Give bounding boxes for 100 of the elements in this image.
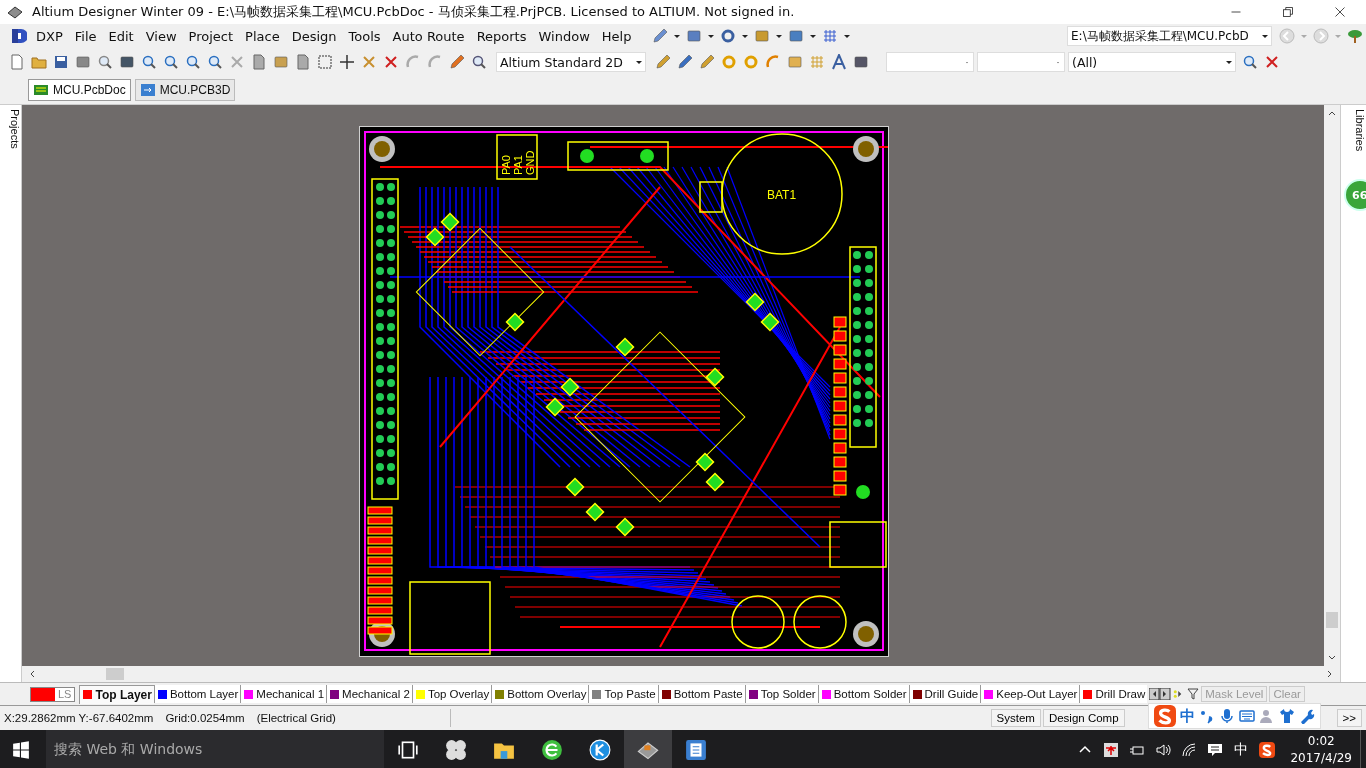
- menu-item[interactable]: Help: [595, 28, 638, 44]
- layer-tab[interactable]: Drill Guide: [908, 685, 981, 703]
- filter-combo[interactable]: (All): [1068, 52, 1236, 72]
- apply-filter-icon[interactable]: [1242, 54, 1258, 70]
- document-tab[interactable]: MCU.PcbDoc: [28, 79, 131, 101]
- select-area-icon[interactable]: [317, 54, 333, 70]
- clock-time[interactable]: 0:02: [1307, 733, 1335, 750]
- layer-tab[interactable]: Top Overlay: [411, 685, 492, 703]
- more-panels-button[interactable]: >>: [1336, 709, 1362, 727]
- caret-icon: [1261, 33, 1269, 39]
- menu-item[interactable]: Edit: [102, 28, 140, 44]
- pcb-document-icon: [33, 82, 49, 98]
- silkscreen-label: PA0: [500, 155, 512, 175]
- scrollbar-thumb[interactable]: [106, 668, 124, 680]
- menu-item[interactable]: Reports: [470, 28, 533, 44]
- open-folder-icon[interactable]: [31, 54, 47, 70]
- document-path-combo[interactable]: E:\马帧数据采集工程\MCU.PcbD: [1067, 26, 1272, 46]
- caret-icon[interactable]: [843, 33, 852, 39]
- taskbar-search-field[interactable]: 搜索 Web 和 Windows: [46, 730, 384, 768]
- layer-tab[interactable]: Bottom Overlay: [491, 685, 589, 703]
- menu-item[interactable]: Tools: [342, 28, 387, 44]
- home-icon[interactable]: [1347, 28, 1363, 44]
- layer-tab[interactable]: Drill Draw: [1079, 685, 1148, 703]
- silkscreen-label: PA1: [512, 155, 524, 175]
- view-mode-combo[interactable]: Altium Standard 2D: [496, 52, 646, 72]
- wifi-icon[interactable]: [1181, 742, 1198, 758]
- panel-button[interactable]: System: [990, 709, 1041, 727]
- panel-button[interactable]: Design Comp: [1042, 709, 1125, 727]
- tray-app-icon[interactable]: [1103, 742, 1120, 758]
- keyboard-icon[interactable]: [1239, 708, 1255, 724]
- pencil-icon[interactable]: [449, 54, 465, 70]
- document-app-icon[interactable]: [685, 739, 707, 761]
- wrench-icon[interactable]: [1299, 708, 1315, 724]
- new-file-icon[interactable]: [9, 54, 25, 70]
- menu-item[interactable]: Window: [532, 28, 596, 44]
- scroll-tabs-icon[interactable]: [1149, 688, 1172, 700]
- clear-filter-icon[interactable]: [383, 54, 399, 70]
- layer-tab[interactable]: Mechanical 1: [240, 685, 327, 703]
- caret-icon[interactable]: [775, 33, 784, 39]
- k-app-icon[interactable]: [589, 739, 611, 761]
- close-icon[interactable]: [1334, 6, 1346, 18]
- layer-tab[interactable]: Top Solder: [744, 685, 818, 703]
- layer-tab[interactable]: Bottom Paste: [657, 685, 745, 703]
- shirt-icon[interactable]: [1279, 708, 1295, 724]
- menu-item[interactable]: File: [68, 28, 103, 44]
- caret-icon[interactable]: [673, 33, 682, 39]
- input-mode[interactable]: 中: [1180, 706, 1195, 726]
- active-app-tile[interactable]: [624, 730, 672, 768]
- volume-icon[interactable]: [1155, 742, 1172, 758]
- menu-item[interactable]: View: [139, 28, 183, 44]
- task-view-icon[interactable]: [397, 739, 419, 761]
- caret-icon[interactable]: [809, 33, 818, 39]
- zoom-selection-icon[interactable]: [185, 54, 201, 70]
- notification-icon[interactable]: [1207, 742, 1224, 758]
- menu-item[interactable]: Auto Route: [386, 28, 471, 44]
- scrollbar-thumb[interactable]: [1326, 612, 1338, 628]
- menu-item[interactable]: Project: [182, 28, 240, 44]
- cursor-coordinates: X:29.2862mm Y:-67.6402mm: [4, 712, 154, 724]
- browser-icon[interactable]: [541, 739, 563, 761]
- filter-icon[interactable]: [1187, 688, 1200, 700]
- clear-filter-icon[interactable]: [1264, 54, 1280, 70]
- grid-type: (Electrical Grid): [256, 712, 336, 724]
- sogou-tray-icon[interactable]: [1259, 742, 1276, 758]
- arc-icon[interactable]: [765, 54, 781, 70]
- paste-special-icon[interactable]: [295, 54, 311, 70]
- move-icon[interactable]: [339, 54, 355, 70]
- layer-set-label: LS: [57, 688, 73, 700]
- current-layer-indicator[interactable]: LS: [30, 686, 76, 702]
- window-title: Altium Designer Winter 09 - E:\马帧数据采集工程\MCU.PcbDoc - 马侦采集工程.PrjPCB. Licensed to ALTIUM. Not signed in.: [32, 3, 795, 21]
- windows-start-icon[interactable]: [12, 741, 30, 759]
- zoom-area-icon[interactable]: [163, 54, 179, 70]
- layer-tab[interactable]: Top Layer: [79, 684, 154, 704]
- layer-tab[interactable]: Mechanical 2: [326, 685, 412, 703]
- save-icon[interactable]: [53, 54, 69, 70]
- punctuation-icon[interactable]: [1199, 708, 1215, 724]
- pinwheel-icon[interactable]: [445, 739, 467, 761]
- layer-tab[interactable]: Bottom Layer: [153, 685, 241, 703]
- text-tool-icon[interactable]: [831, 54, 847, 70]
- projects-panel-tab[interactable]: Projects: [0, 105, 22, 682]
- copy-icon[interactable]: [251, 54, 267, 70]
- menu-item[interactable]: Place: [239, 28, 286, 44]
- print-preview-icon[interactable]: [97, 54, 113, 70]
- sogou-logo-icon[interactable]: [1154, 705, 1176, 727]
- menu-item[interactable]: Design: [285, 28, 343, 44]
- menu-item[interactable]: DXP: [30, 28, 69, 44]
- layer-tab[interactable]: Bottom Solder: [817, 685, 909, 703]
- silkscreen-label: BAT1: [767, 188, 797, 202]
- restore-icon[interactable]: [1282, 6, 1294, 18]
- document-tab[interactable]: MCU.PCB3D: [134, 79, 236, 101]
- layer-tab[interactable]: Keep-Out Layer: [980, 685, 1080, 703]
- caret-icon[interactable]: [707, 33, 716, 39]
- browse-icon[interactable]: [471, 54, 487, 70]
- caret-icon[interactable]: [741, 33, 750, 39]
- fill-icon[interactable]: [787, 54, 803, 70]
- microphone-icon[interactable]: [1219, 708, 1235, 724]
- zoom-icon[interactable]: [141, 54, 157, 70]
- filter-zoom-icon[interactable]: [207, 54, 223, 70]
- clock-date[interactable]: 2017/4/29: [1290, 750, 1352, 767]
- layer-tab[interactable]: Top Paste: [588, 685, 658, 703]
- input-language[interactable]: 中: [1234, 741, 1249, 759]
